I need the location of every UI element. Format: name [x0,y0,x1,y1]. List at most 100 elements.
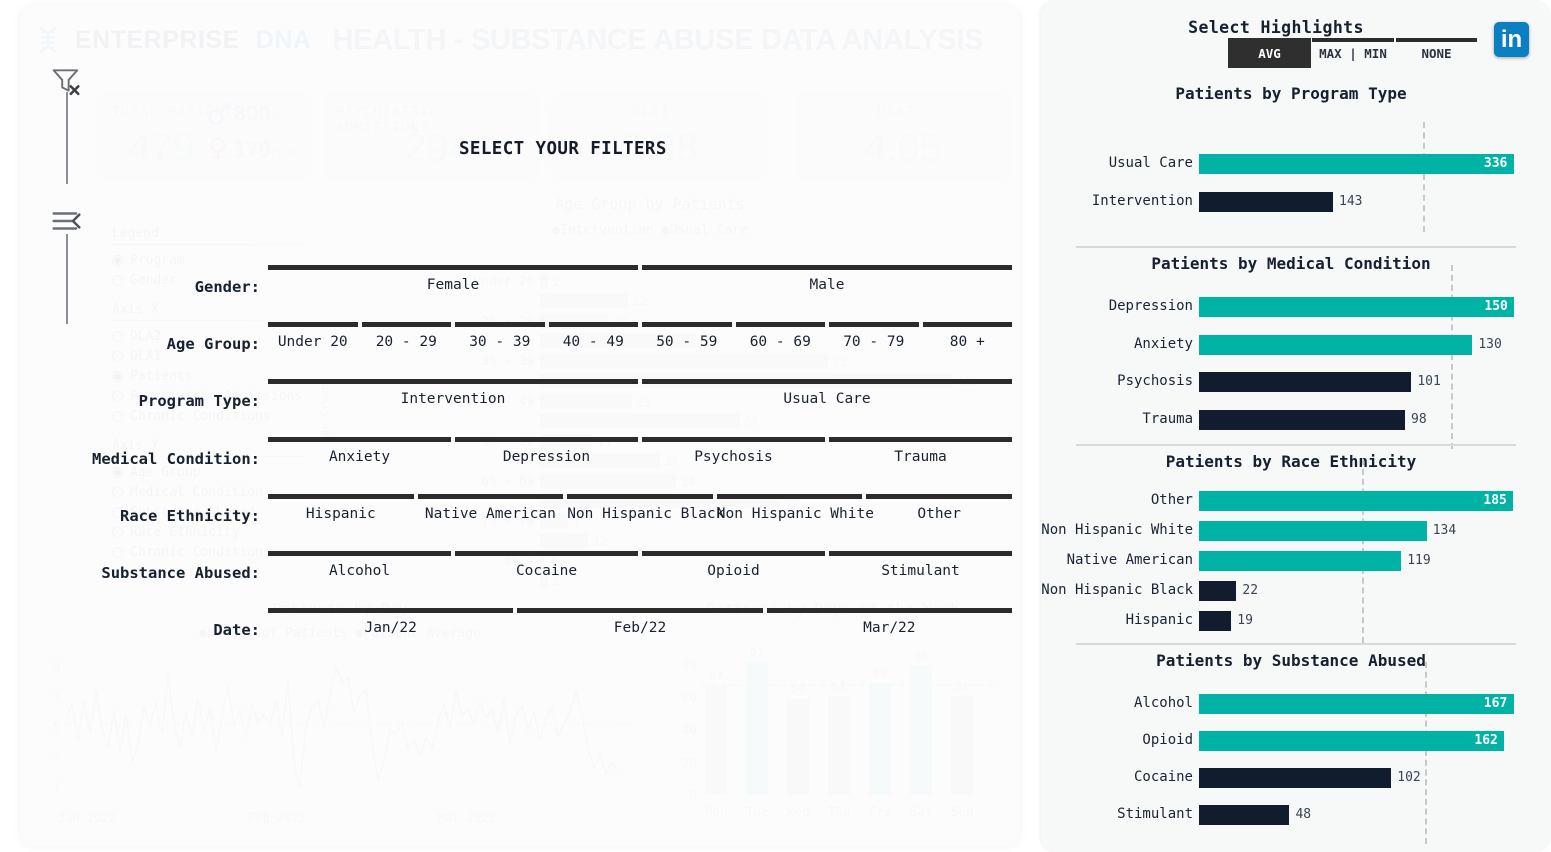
filter-option-bar[interactable] [642,265,1012,270]
filter-option-label[interactable]: 50 - 59 [642,334,732,350]
filter-option-bar[interactable] [517,608,763,613]
radio-icon[interactable] [112,254,123,266]
bar[interactable] [1199,409,1406,430]
filter-option-label[interactable]: Intervention [268,391,638,407]
filter-option-bar[interactable] [268,437,451,442]
filter-option-bar[interactable] [268,265,638,270]
filter-option-bar[interactable] [866,494,1012,499]
filter-option-bar[interactable] [829,322,919,327]
filter-option-bar[interactable] [642,379,1012,384]
filter-option-label[interactable]: 60 - 69 [736,334,826,350]
bar[interactable] [1199,297,1515,317]
filter-option-label[interactable]: Non Hispanic Black [567,506,724,522]
radio-icon[interactable] [112,390,123,402]
bar[interactable] [1199,192,1333,212]
filter-option-label[interactable]: Alcohol [268,563,451,579]
chart-bar-row[interactable]: Depression 150 [1041,295,1551,319]
radio-icon[interactable] [112,350,123,362]
filter-option-label[interactable]: 80 + [923,334,1013,350]
filter-option-bar[interactable] [567,494,713,499]
bar[interactable] [1199,581,1237,601]
radio-icon[interactable] [112,410,123,422]
bar[interactable] [1199,491,1514,511]
filter-option-bar[interactable] [716,494,863,499]
filter-option-bar[interactable] [268,608,514,613]
highlight-option-none[interactable]: NONE [1395,38,1478,68]
radio-icon[interactable] [112,546,123,558]
filter-option-label[interactable]: Depression [455,449,638,465]
filter-option-bar[interactable] [455,551,638,556]
radio-icon[interactable] [112,370,123,382]
radio-icon[interactable] [112,526,123,538]
filter-option-bar[interactable] [268,322,358,327]
chart-bar-row[interactable]: Trauma 98 [1041,408,1551,432]
filter-option-bar[interactable] [642,322,732,327]
filter-option-label[interactable]: Usual Care [642,391,1012,407]
filter-option-label[interactable]: Hispanic [268,506,414,522]
chart-bar-row[interactable]: Alcohol 167 [1041,692,1551,716]
filter-option-bar[interactable] [642,437,825,442]
bar[interactable] [1199,694,1514,714]
bar[interactable] [1199,731,1505,751]
filter-option-label[interactable]: Stimulant [829,563,1012,579]
filter-option-bar[interactable] [268,494,414,499]
filter-option-label[interactable]: Under 20 [268,334,358,350]
filter-option-label[interactable]: Female [268,277,638,293]
filter-option-label[interactable]: Cocaine [455,563,638,579]
filter-option-bar[interactable] [361,322,451,327]
bar[interactable] [1199,154,1514,174]
filter-option-bar[interactable] [829,551,1012,556]
collapse-menu-icon[interactable] [50,206,83,236]
bar[interactable] [1199,521,1427,541]
filter-option-label[interactable]: Non Hispanic White [717,506,874,522]
linkedin-icon[interactable]: in [1494,22,1529,57]
highlight-option-avg[interactable]: AVG [1228,38,1311,68]
filter-option-label[interactable]: 20 - 29 [362,334,452,350]
filter-option-bar[interactable] [268,551,451,556]
filter-option-bar[interactable] [455,437,638,442]
clear-filter-icon[interactable] [50,66,83,96]
filter-option-label[interactable]: Male [642,277,1012,293]
chart-bar-row[interactable]: Native American 119 [1041,549,1551,573]
filter-option-label[interactable]: Mar/22 [767,620,1012,636]
chart-bar-row[interactable]: Anxiety 130 [1041,333,1551,357]
bar[interactable] [1199,334,1473,355]
radio-icon[interactable] [112,466,123,478]
bar[interactable] [1199,372,1412,392]
filter-option-label[interactable]: 30 - 39 [455,334,545,350]
filter-option-bar[interactable] [829,437,1012,442]
filter-option-label[interactable]: Other [866,506,1012,522]
filter-option-bar[interactable] [766,608,1012,613]
bar[interactable] [1199,768,1392,788]
chart-bar-row[interactable]: Other 185 [1041,489,1551,513]
chart-bar-row[interactable]: Non Hispanic White 134 [1041,519,1551,543]
filter-option-label[interactable]: Jan/22 [268,620,513,636]
filter-option-label[interactable]: 70 - 79 [829,334,919,350]
radio-icon[interactable] [112,330,123,342]
chart-bar-row[interactable]: Usual Care 336 [1041,152,1551,176]
filter-option-label[interactable]: Feb/22 [517,620,762,636]
highlight-option-max-min[interactable]: MAX | MIN [1311,38,1395,68]
chart-bar-row[interactable]: Non Hispanic Black 22 [1041,579,1551,603]
filter-option-bar[interactable] [642,551,825,556]
filter-option-label[interactable]: 40 - 49 [549,334,639,350]
filter-option-label[interactable]: Native American [418,506,564,522]
radio-icon[interactable] [112,486,123,498]
chart-bar-row[interactable]: Hispanic 19 [1041,609,1551,633]
chart-bar-row[interactable]: Psychosis 101 [1041,370,1551,394]
radio-icon[interactable] [112,274,123,286]
filter-option-bar[interactable] [548,322,638,327]
filter-option-label[interactable]: Anxiety [268,449,451,465]
chart-bar-row[interactable]: Opioid 162 [1041,729,1551,753]
filter-option-label[interactable]: Psychosis [642,449,825,465]
highlight-toggle-group[interactable]: AVG MAX | MIN NONE [1228,38,1478,68]
filter-option-label[interactable]: Opioid [642,563,825,579]
filter-option-bar[interactable] [417,494,564,499]
filter-option-bar[interactable] [735,322,825,327]
filter-option-bar[interactable] [922,322,1012,327]
bar[interactable] [1199,805,1290,825]
chart-bar-row[interactable]: Cocaine 102 [1041,766,1551,790]
filter-option-bar[interactable] [268,379,638,384]
filter-option-label[interactable]: Trauma [829,449,1012,465]
bar[interactable] [1199,551,1402,571]
